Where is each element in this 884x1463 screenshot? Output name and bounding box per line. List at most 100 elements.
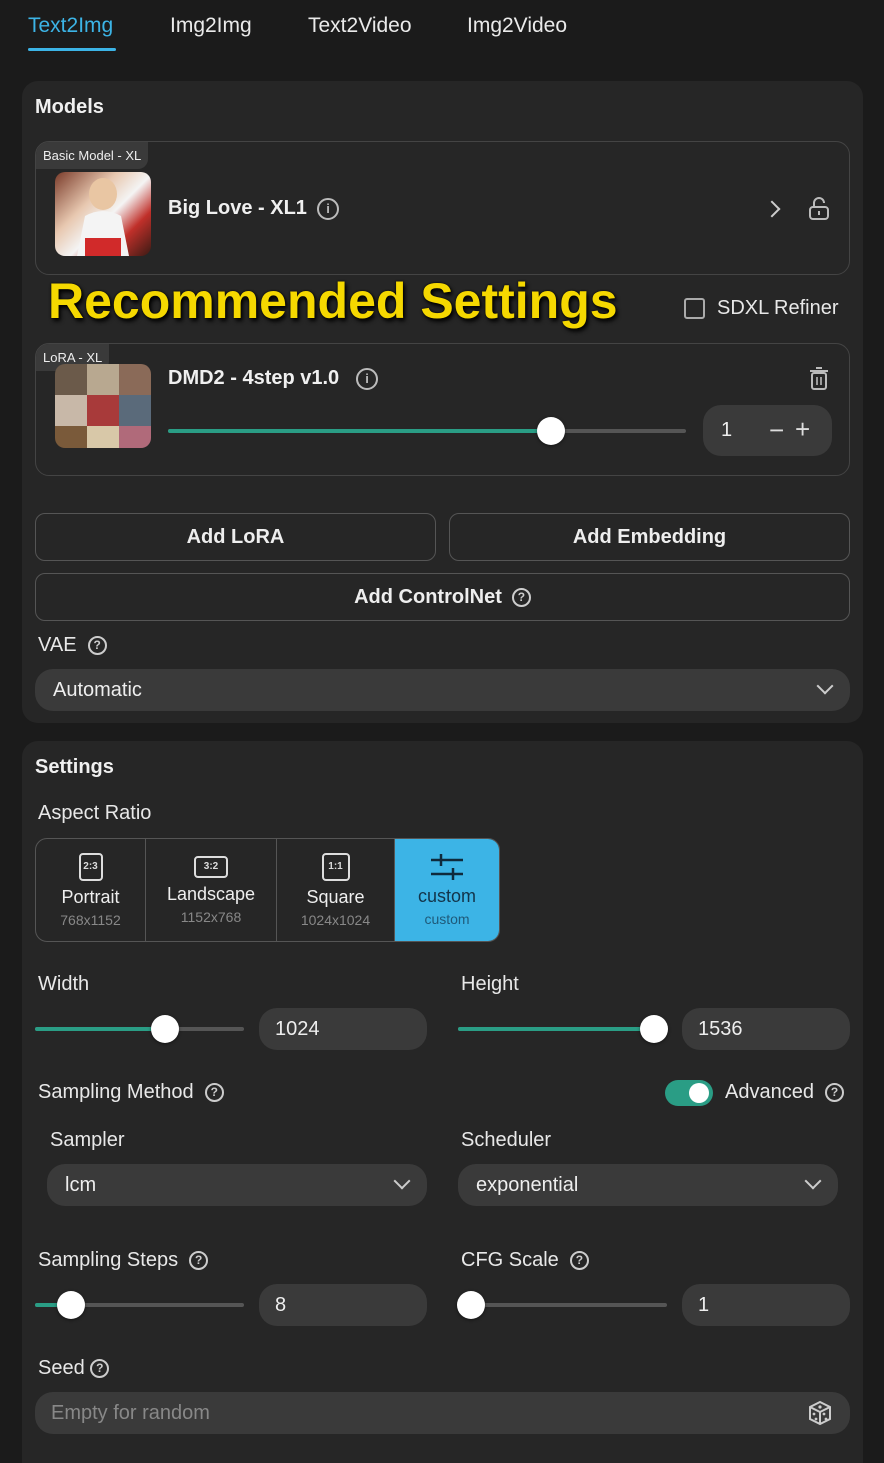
active-tab-indicator: [28, 48, 116, 51]
scheduler-label: Scheduler: [461, 1129, 552, 1151]
width-slider-thumb[interactable]: [150, 1015, 179, 1043]
aspect-option-size: 1152x768: [180, 908, 242, 925]
dice-icon[interactable]: [807, 1400, 833, 1426]
scheduler-select[interactable]: exponential: [458, 1164, 838, 1206]
sampling-steps-input[interactable]: 8: [259, 1284, 427, 1326]
settings-title: Settings: [35, 756, 114, 778]
sdxl-refiner-checkbox[interactable]: [684, 298, 705, 319]
sampling-steps-slider-thumb[interactable]: [56, 1291, 85, 1319]
lora-weight-slider-thumb[interactable]: [537, 417, 566, 445]
sampling-steps-slider[interactable]: [35, 1291, 244, 1319]
height-slider[interactable]: [458, 1015, 669, 1043]
sampling-steps-value: 8: [275, 1293, 287, 1316]
model-thumbnail: [55, 172, 151, 256]
aspect-option-name: Landscape: [166, 883, 256, 904]
square-icon: 1:1: [321, 852, 350, 881]
cfg-scale-slider[interactable]: [456, 1291, 667, 1319]
width-slider-fill: [35, 1027, 165, 1031]
add-controlnet-button[interactable]: Add ControlNet ?: [35, 573, 850, 621]
recommended-settings-overlay: Recommended Settings: [48, 273, 618, 329]
help-icon[interactable]: ?: [90, 1359, 110, 1379]
aspect-ratio-label: Aspect Ratio: [38, 802, 152, 824]
add-embedding-label: Add Embedding: [572, 525, 727, 548]
lora-weight-slider-fill: [168, 429, 552, 433]
advanced-toggle[interactable]: [665, 1080, 713, 1106]
width-value: 1024: [275, 1017, 320, 1040]
cfg-scale-label: CFG Scale ?: [461, 1249, 589, 1272]
sliders-icon: [431, 853, 463, 880]
aspect-option-square[interactable]: 1:1 Square 1024x1024: [277, 839, 395, 941]
sampler-label: Sampler: [50, 1129, 125, 1151]
add-lora-button[interactable]: Add LoRA: [35, 513, 436, 561]
trash-icon[interactable]: [809, 367, 829, 390]
width-label: Width: [38, 973, 90, 995]
chevron-right-icon[interactable]: [763, 200, 781, 218]
seed-placeholder: Empty for random: [51, 1401, 210, 1424]
help-icon[interactable]: ?: [511, 587, 531, 607]
lora-info-icon[interactable]: i: [356, 368, 378, 390]
aspect-option-name: custom: [417, 885, 477, 906]
aspect-option-name: Portrait: [61, 886, 120, 907]
models-title: Models: [35, 96, 104, 118]
help-icon[interactable]: ?: [204, 1083, 224, 1103]
basic-model-card[interactable]: Basic Model - XL Big Love - XL1 i: [35, 141, 850, 275]
model-info-icon[interactable]: i: [317, 198, 339, 220]
height-slider-fill: [458, 1027, 655, 1031]
add-controlnet-label: Add ControlNet: [354, 585, 502, 608]
basic-model-tag: Basic Model - XL: [36, 142, 149, 169]
cfg-scale-value: 1: [698, 1293, 710, 1316]
minus-icon[interactable]: −: [769, 415, 784, 446]
aspect-option-size: 1024x1024: [300, 911, 371, 928]
basic-model-name: Big Love - XL1: [168, 197, 307, 219]
width-input[interactable]: 1024: [259, 1008, 427, 1050]
vae-value: Automatic: [53, 678, 142, 701]
tab-img2img[interactable]: Img2Img: [170, 14, 252, 38]
scheduler-value: exponential: [476, 1173, 579, 1196]
aspect-ratio-group: 2:3 Portrait 768x1152 3:2 Landscape 1152…: [35, 838, 500, 942]
lora-weight-stepper[interactable]: 1 − +: [703, 405, 832, 456]
aspect-option-custom[interactable]: custom custom: [395, 839, 499, 941]
sampler-value: lcm: [65, 1173, 97, 1196]
sampler-select[interactable]: lcm: [47, 1164, 427, 1206]
lora-name: DMD2 - 4step v1.0: [168, 367, 340, 389]
help-icon[interactable]: ?: [87, 636, 107, 656]
plus-icon[interactable]: +: [795, 414, 810, 445]
help-icon[interactable]: ?: [569, 1251, 589, 1271]
vae-select[interactable]: Automatic: [35, 669, 850, 711]
aspect-option-size: 768x1152: [60, 911, 121, 928]
lora-card[interactable]: LoRA - XL DMD2 - 4step v1.0 i 1 − +: [35, 343, 850, 476]
cfg-scale-slider-thumb[interactable]: [456, 1291, 485, 1319]
add-embedding-button[interactable]: Add Embedding: [449, 513, 850, 561]
aspect-option-size: custom: [424, 910, 470, 927]
tab-text2img[interactable]: Text2Img: [28, 14, 113, 38]
sampling-steps-label: Sampling Steps ?: [38, 1249, 209, 1272]
vae-label: VAE ?: [38, 634, 107, 657]
width-slider[interactable]: [35, 1015, 244, 1043]
cfg-scale-input[interactable]: 1: [682, 1284, 850, 1326]
chevron-down-icon: [393, 1172, 411, 1190]
portrait-icon: 2:3: [78, 852, 103, 881]
sdxl-refiner-label: SDXL Refiner: [717, 297, 839, 319]
aspect-option-landscape[interactable]: 3:2 Landscape 1152x768: [146, 839, 277, 941]
add-lora-label: Add LoRA: [186, 525, 285, 548]
chevron-down-icon: [816, 677, 834, 695]
seed-field[interactable]: Empty for random: [35, 1392, 850, 1434]
aspect-option-name: Square: [306, 886, 365, 907]
height-label: Height: [461, 973, 519, 995]
lora-weight-value: 1: [721, 419, 733, 441]
height-input[interactable]: 1536: [682, 1008, 850, 1050]
landscape-icon: 3:2: [194, 855, 228, 878]
help-icon[interactable]: ?: [189, 1251, 209, 1271]
tab-img2video[interactable]: Img2Video: [467, 14, 567, 38]
advanced-label: Advanced ?: [725, 1081, 845, 1104]
sampling-method-label: Sampling Method ?: [38, 1081, 224, 1104]
advanced-toggle-thumb: [689, 1083, 709, 1103]
lora-thumbnail: [55, 364, 151, 448]
tab-text2video[interactable]: Text2Video: [308, 14, 412, 38]
help-icon[interactable]: ?: [825, 1083, 845, 1103]
unlock-icon[interactable]: [808, 197, 830, 221]
chevron-down-icon: [804, 1172, 822, 1190]
lora-weight-slider[interactable]: [168, 417, 686, 445]
height-value: 1536: [698, 1017, 743, 1040]
aspect-option-portrait[interactable]: 2:3 Portrait 768x1152: [36, 839, 146, 941]
